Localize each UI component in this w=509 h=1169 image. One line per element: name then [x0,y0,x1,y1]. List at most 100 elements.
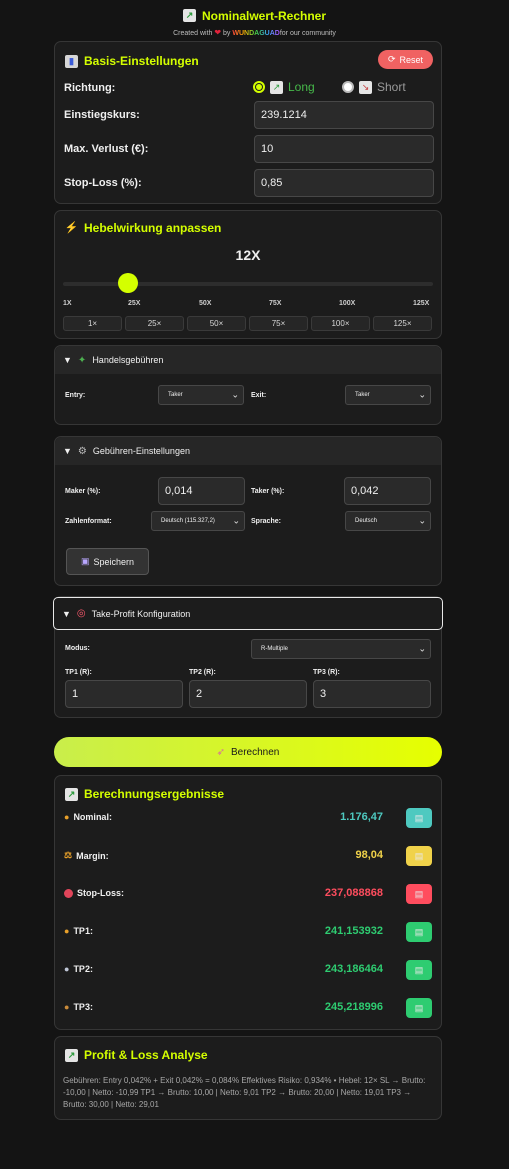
number-format-value: Deutsch (115.327,2) [161,518,215,524]
take-profit-title: Take-Profit Konfiguration [91,608,191,619]
preset-button-25x[interactable]: 25× [125,316,184,331]
language-value: Deutsch [355,518,378,524]
money-wings-icon: ✦ [77,354,87,366]
medal-icon: ● [64,1002,70,1012]
result-row-tp2: ● TP2: 243,186464 ▤ [55,960,441,981]
clipboard-icon: ▤ [414,1002,424,1013]
fee-settings-header[interactable]: ▼ ⚙ Gebühren-Einstellungen [55,437,441,465]
preset-button-100x[interactable]: 100× [311,316,370,331]
tp2-result-label: TP2: [73,964,93,974]
floppy-disk-icon: ▣ [80,556,90,566]
fee-entry-select[interactable]: Taker ⌄ [158,385,244,405]
nominal-label-wrap: ● Nominal: [64,812,112,822]
triangle-down-icon: ▼ [63,446,72,456]
radio-short[interactable]: ↘ Short [342,80,406,94]
chevron-down-icon: ⌄ [232,515,240,526]
chart-up-icon: ↗ [270,80,283,94]
take-profit-section: ▼ ◎ Take-Profit Konfiguration Modus: R-M… [53,596,443,718]
medal-icon: ● [64,964,70,974]
radio-short-label: Short [377,80,406,94]
preset-button-75x[interactable]: 75× [249,316,308,331]
take-profit-header[interactable]: ▼ ◎ Take-Profit Konfiguration [53,597,443,630]
tp2-label-wrap: ● TP2: [64,964,93,974]
leverage-value: 12X [235,247,261,263]
radio-long[interactable]: ↗ Long [253,80,315,94]
entry-price-label: Einstiegskurs: [64,109,140,121]
maker-input[interactable]: 0,014 [158,477,245,505]
fee-exit-value: Taker [355,392,370,398]
clipboard-icon: ▤ [414,812,424,823]
preset-button-1x[interactable]: 1× [63,316,122,331]
number-format-select[interactable]: Deutsch (115.327,2) ⌄ [151,511,245,531]
tp2-input[interactable]: 2 [189,680,307,708]
fee-exit-select[interactable]: Taker ⌄ [345,385,431,405]
reset-button[interactable]: ⟳ Reset [378,50,433,69]
tp1-input[interactable]: 1 [65,680,183,708]
preset-button-125x[interactable]: 125× [373,316,432,331]
trading-fees-header[interactable]: ▼ ✦ Handelsgebühren [55,346,441,374]
calculate-button[interactable]: ➶ Berechnen [54,737,442,767]
copy-nominal-button[interactable]: ▤ [406,808,432,828]
copy-stoploss-button[interactable]: ▤ [406,884,432,904]
stoploss-label: Stop-Loss: [77,888,124,898]
reset-label: Reset [399,54,424,65]
app-subtitle: Created with ❤ by WUNDAGUADfor our commu… [0,28,509,37]
stop-loss-input[interactable]: 0,85 [254,169,434,197]
copy-tp3-button[interactable]: ▤ [406,998,432,1018]
tick-label: 1X [63,300,72,307]
taker-input[interactable]: 0,042 [344,477,431,505]
number-format-label: Zahlenformat: [65,518,112,525]
result-row-tp3: ● TP3: 245,218996 ▤ [55,998,441,1019]
tp3-result-value: 245,218996 [324,1001,383,1013]
scale-icon: ⚖ [64,850,73,860]
results-title: ↗ Berechnungsergebnisse [65,787,224,801]
brand-name: WUNDAGUAD [232,30,280,37]
subtitle-suffix: for our community [279,30,336,37]
pl-title-text: Profit & Loss Analyse [84,1048,208,1062]
trading-fees-section: ▼ ✦ Handelsgebühren Entry: Taker ⌄ Exit:… [54,345,442,425]
triangle-down-icon: ▼ [62,608,71,619]
chevron-down-icon: ⌄ [418,515,426,526]
result-row-tp1: ● TP1: 241,153932 ▤ [55,922,441,943]
entry-price-input[interactable]: 239.1214 [254,101,434,129]
fee-settings-title: Gebühren-Einstellungen [92,446,190,456]
mode-label: Modus: [65,645,90,652]
stoploss-label-wrap: Stop-Loss: [64,888,124,898]
language-label: Sprache: [251,518,281,525]
basis-settings-title: ▮ Basis-Einstellungen [65,54,199,68]
pl-analysis-text: Gebühren: Entry 0,042% + Exit 0,042% = 0… [63,1076,426,1109]
tp2-result-value: 243,186464 [324,963,383,975]
chevron-down-icon: ⌄ [418,389,426,400]
tp1-label: TP1 (R): [65,669,92,676]
tp3-label: TP3 (R): [313,669,340,676]
leverage-slider-thumb[interactable] [117,273,138,293]
pl-analysis-title: ↗ Profit & Loss Analyse [65,1048,208,1062]
target-icon: ◎ [76,608,86,619]
radio-long-indicator[interactable] [253,81,265,93]
tick-label: 25X [128,300,141,307]
rocket-icon: ➶ [216,746,225,758]
basis-settings-card: ▮ Basis-Einstellungen ⟳ Reset Richtung: … [54,41,442,204]
leverage-title-text: Hebelwirkung anpassen [84,221,222,235]
preset-button-50x[interactable]: 50× [187,316,246,331]
save-label: Speichern [93,556,135,567]
mode-select[interactable]: R-Multiple ⌄ [251,639,431,659]
language-select[interactable]: Deutsch ⌄ [345,511,431,531]
results-title-text: Berechnungsergebnisse [84,787,225,801]
nominal-label: Nominal: [73,812,112,822]
direction-label: Richtung: [64,82,116,94]
copy-tp2-button[interactable]: ▤ [406,960,432,980]
copy-tp1-button[interactable]: ▤ [406,922,432,942]
max-loss-input[interactable]: 10 [254,135,434,163]
radio-long-label: Long [288,80,315,94]
subtitle-by: by [223,30,231,37]
clipboard-icon: ▤ [414,964,424,975]
tick-label: 50X [199,300,212,307]
save-button[interactable]: ▣ Speichern [66,548,149,575]
copy-margin-button[interactable]: ▤ [406,846,432,866]
mode-value: R-Multiple [261,646,289,652]
clipboard-icon: ▤ [414,888,424,899]
tp3-input[interactable]: 3 [313,680,431,708]
radio-short-indicator[interactable] [342,81,354,93]
chart-down-icon: ↘ [359,80,372,94]
